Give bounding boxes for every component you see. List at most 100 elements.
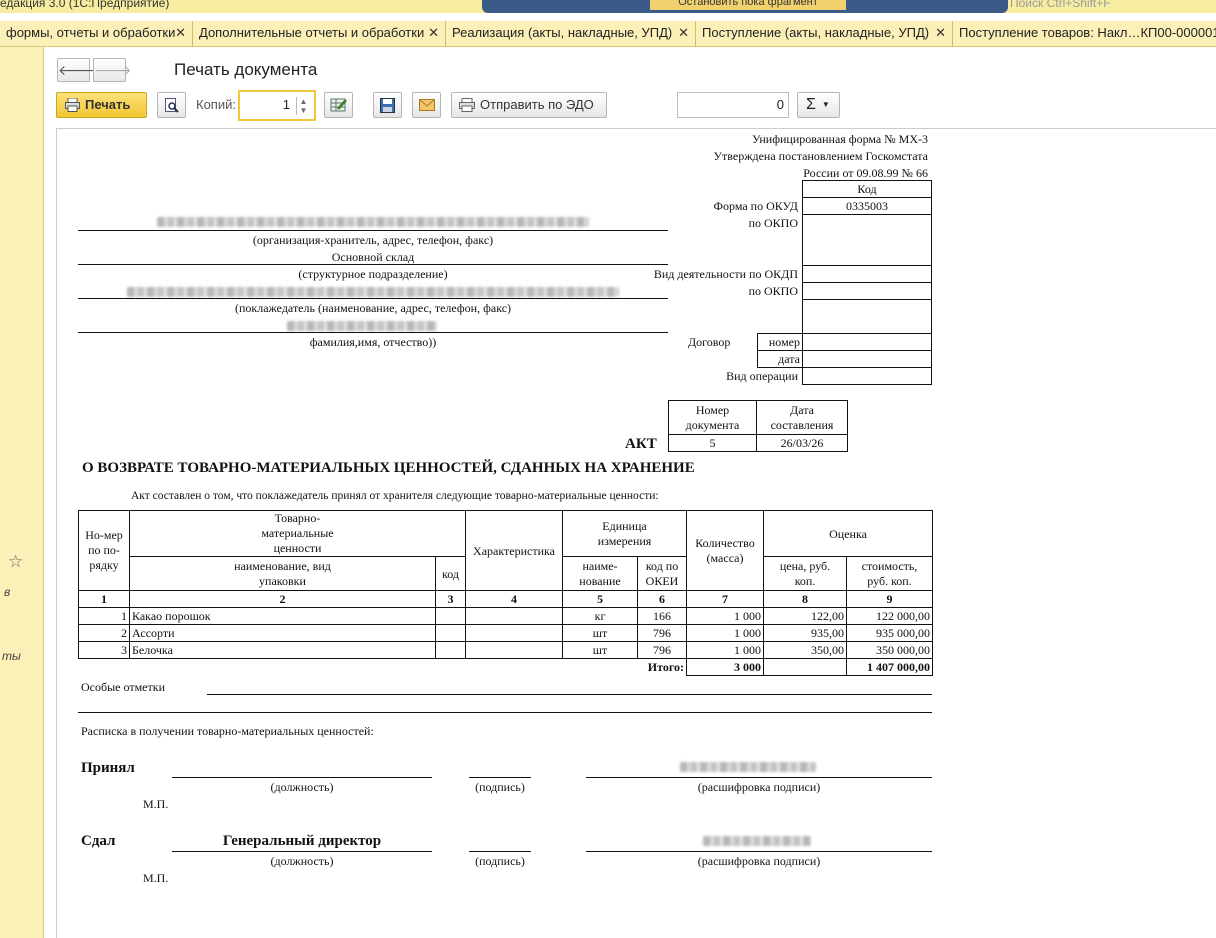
tab-label: Дополнительные отчеты и обработки xyxy=(199,25,425,40)
total-cost: 1 407 000,00 xyxy=(846,658,934,676)
sum-field[interactable]: 0 xyxy=(677,92,789,118)
act-title: О ВОЗВРАТЕ ТОВАРНО-МАТЕРИАЛЬНЫХ ЦЕННОСТЕ… xyxy=(82,460,695,476)
h-num: Но-мер по по-рядку xyxy=(78,510,130,591)
h-unit-name: наиме-нование xyxy=(562,556,639,591)
print-button[interactable]: Печать xyxy=(56,92,147,118)
signature-caption: (подпись) xyxy=(475,780,525,794)
okpo-cell xyxy=(802,214,932,266)
row-qty: 1 000 xyxy=(686,624,765,642)
goods-table: Но-мер по по-рядку Товарно-материальные … xyxy=(78,510,934,676)
h-name: наименование, вид упаковки xyxy=(129,556,436,591)
edit-toggle-button[interactable] xyxy=(324,92,353,118)
tab-receipts[interactable]: Поступление (акты, накладные, УПД) ✕ xyxy=(696,21,953,47)
colnum: 6 xyxy=(637,590,688,608)
organization-name-blurred xyxy=(157,217,589,227)
app-title: едакция 3.0 (1С:Предприятие) xyxy=(0,0,170,10)
underline xyxy=(78,230,668,231)
code-header: Код xyxy=(802,180,932,198)
sum-dropdown-button[interactable]: Σ ▼ xyxy=(797,92,840,118)
org-caption: (организация-хранитель, адрес, телефон, … xyxy=(252,233,494,247)
h-unit-code: код по ОКЕИ xyxy=(637,556,688,591)
okud-label: Форма по ОКУД xyxy=(713,199,798,213)
favorite-star-icon[interactable]: ☆ xyxy=(8,552,23,572)
okdp-label: Вид деятельности по ОКДП xyxy=(653,267,798,281)
okud-code: 0335003 xyxy=(802,197,932,215)
contract-date-label: дата xyxy=(757,350,803,368)
colnum: 2 xyxy=(129,590,436,608)
underline xyxy=(207,694,932,695)
chevron-up-icon[interactable]: ▲ xyxy=(300,97,308,106)
table-row: 1 Какао порошок кг 166 1 000 122,00 122 … xyxy=(78,607,934,625)
arrow-left-icon: 🡐 xyxy=(58,62,96,78)
tab-receipt-goods[interactable]: Поступление товаров: Накл…КП00-000001 xyxy=(953,21,1216,47)
division-caption: (структурное подразделение) xyxy=(298,267,448,281)
tab-sales[interactable]: Реализация (акты, накладные, УПД) ✕ xyxy=(446,21,696,47)
center-toolbar: Остановить пока фрагмент xyxy=(482,0,1008,13)
center-title[interactable]: Остановить пока фрагмент xyxy=(650,0,846,10)
left-panel-text: ты xyxy=(2,649,21,663)
tab-label: Поступление товаров: Накл…КП00-000001 xyxy=(959,25,1216,40)
underline xyxy=(78,332,668,333)
magnifier-doc-icon xyxy=(164,98,179,113)
row-price: 350,00 xyxy=(763,641,848,659)
signature-caption: (подпись) xyxy=(475,854,525,868)
operation-cell xyxy=(802,367,932,385)
row-name: Ассорти xyxy=(129,624,436,642)
close-icon[interactable]: ✕ xyxy=(428,21,439,45)
tab-label: Поступление (акты, накладные, УПД) xyxy=(702,25,930,40)
row-code xyxy=(434,641,467,659)
decode-caption: (расшифровка подписи) xyxy=(697,780,821,794)
table-row: 3 Белочка шт 796 1 000 350,00 350 000,00 xyxy=(78,641,934,659)
send-edo-button[interactable]: Отправить по ЭДО xyxy=(451,92,607,118)
row-okei: 796 xyxy=(637,624,688,642)
row-qty: 1 000 xyxy=(686,641,765,659)
position-caption: (должность) xyxy=(270,780,334,794)
underline xyxy=(586,851,932,852)
floppy-disk-icon xyxy=(380,98,395,113)
back-button[interactable]: 🡐 xyxy=(57,58,96,82)
row-code xyxy=(434,607,467,625)
left-panel-text: в xyxy=(4,585,11,599)
h-est: Оценка xyxy=(763,510,934,557)
copies-stepper[interactable]: ▲ ▼ xyxy=(296,97,310,115)
contract-label: Договор xyxy=(688,335,731,349)
underline xyxy=(586,777,932,778)
printer-icon xyxy=(65,98,80,112)
preview-button[interactable] xyxy=(157,92,186,118)
tab-additional-reports[interactable]: Дополнительные отчеты и обработки ✕ xyxy=(193,21,446,47)
contract-number-cell xyxy=(802,333,932,351)
colnum: 4 xyxy=(465,590,564,608)
email-button[interactable] xyxy=(412,92,441,118)
doc-date: 26/03/26 xyxy=(756,434,848,452)
row-cost: 935 000,00 xyxy=(846,624,934,642)
table-row: 2 Ассорти шт 796 1 000 935,00 935 000,00 xyxy=(78,624,934,642)
close-icon[interactable]: ✕ xyxy=(678,21,689,45)
accepted-label: Принял xyxy=(81,760,135,776)
row-char xyxy=(465,641,564,659)
forward-button[interactable]: 🡒 xyxy=(93,58,132,82)
global-search-input[interactable]: Поиск Ctrl+Shift+F xyxy=(1010,0,1111,10)
h-cost: стоимость, руб. коп. xyxy=(846,556,934,591)
h-code: код xyxy=(434,556,467,591)
tab-label: формы, отчеты и обработки xyxy=(6,25,176,40)
save-button[interactable] xyxy=(373,92,402,118)
window-title-bar: едакция 3.0 (1С:Предприятие) Остановить … xyxy=(0,0,1216,13)
chevron-down-icon[interactable]: ▼ xyxy=(300,106,308,115)
close-icon[interactable]: ✕ xyxy=(175,21,186,45)
printer-send-icon xyxy=(459,98,475,112)
total-row: Итого: 3 000 1 407 000,00 xyxy=(78,658,934,676)
underline xyxy=(78,264,668,265)
row-char xyxy=(465,607,564,625)
codes-box: Код 0335003 xyxy=(802,180,932,385)
h-qty: Количество (масса) xyxy=(686,510,765,591)
total-price-empty xyxy=(763,658,848,676)
print-form-sheet[interactable]: Унифицированная форма № МХ-3 Утверждена … xyxy=(56,128,1216,938)
row-name: Белочка xyxy=(129,641,436,659)
close-icon[interactable]: ✕ xyxy=(935,21,946,45)
row-number: 3 xyxy=(78,641,130,659)
okdp-cell xyxy=(802,265,932,283)
copies-input[interactable]: 1 ▲ ▼ xyxy=(238,90,316,121)
underline xyxy=(172,777,432,778)
row-number: 2 xyxy=(78,624,130,642)
tab-forms[interactable]: формы, отчеты и обработки ✕ xyxy=(0,21,193,47)
